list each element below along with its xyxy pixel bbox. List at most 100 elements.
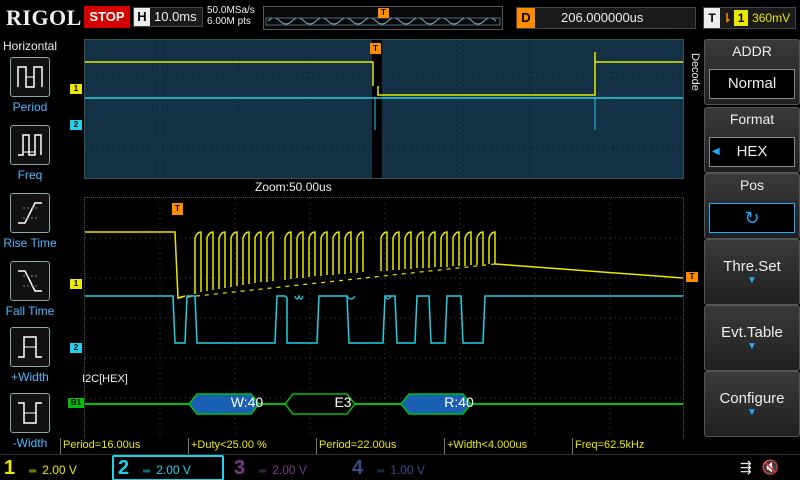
- measurement-bar: Period=16.00us +Duty<25.00 % Period=22.0…: [60, 438, 700, 454]
- period-label: Period: [12, 100, 48, 114]
- acquisition-info: 50.0MSa/s 6.00M pts: [207, 5, 255, 27]
- brand-logo: RIGOL: [6, 5, 82, 30]
- run-stop-status[interactable]: STOP: [84, 6, 130, 28]
- channel-2-number: 2: [118, 457, 130, 479]
- negative-width-label: -Width: [12, 436, 48, 450]
- zoomed-waveform-area[interactable]: [84, 197, 684, 440]
- overview-traces: [85, 40, 683, 178]
- measurement-positive-width[interactable]: +Width<4.000us: [444, 438, 572, 454]
- addr-menu-item[interactable]: ADDR Normal: [704, 39, 800, 105]
- zoom-trigger-marker[interactable]: T: [370, 43, 381, 54]
- timebase-value: 10.0ms: [154, 9, 197, 24]
- sample-rate: 50.0MSa/s: [207, 5, 255, 16]
- trigger-display[interactable]: T ⇂ 1 360mV: [703, 7, 796, 29]
- negative-width-icon: [10, 393, 50, 433]
- zoom-ch2-marker[interactable]: 2: [70, 120, 82, 130]
- period-icon: [10, 57, 50, 97]
- dc-coupling-icon: ═: [259, 466, 267, 477]
- speaker-muted-icon[interactable]: 🔇: [762, 459, 779, 475]
- measure-freq-button[interactable]: Freq: [0, 125, 60, 191]
- event-table-menu-item[interactable]: Evt.Table ▼: [704, 305, 800, 371]
- waveform-screen[interactable]: 1 2 T Zoom:50.00us W:40 E3 R:40 1 2 B1 T…: [60, 37, 698, 453]
- channel-2-scale: 2.00 V: [156, 463, 191, 477]
- decode-frame-1-label: W:40: [230, 394, 264, 410]
- pos-menu-item[interactable]: Pos ↻: [704, 173, 800, 239]
- rotate-knob-icon: ↻: [709, 203, 795, 233]
- format-title: Format: [729, 111, 775, 127]
- measurement-positive-duty[interactable]: +Duty<25.00 %: [188, 438, 316, 454]
- measurement-period-2[interactable]: Period=22.00us: [316, 438, 444, 454]
- menu-title: Horizontal: [2, 39, 58, 53]
- delay-label: D: [517, 8, 535, 28]
- zoom-ch1-marker[interactable]: 1: [70, 84, 82, 94]
- memory-overview[interactable]: T: [263, 6, 503, 30]
- ch1-offset-marker[interactable]: 1: [70, 279, 82, 289]
- decode-frame-2-label: E3: [334, 394, 352, 410]
- left-arrow-icon: ◀: [712, 146, 720, 157]
- timebase-display[interactable]: H 10.0ms: [133, 7, 203, 27]
- threshold-set-label: Thre.Set: [723, 258, 781, 275]
- addr-title: ADDR: [732, 43, 772, 59]
- channel-4-number: 4: [352, 457, 364, 479]
- submenu-arrow-icon: ▼: [747, 275, 757, 286]
- channel-2-status[interactable]: 2 ═ 2.00 V: [112, 455, 224, 480]
- addr-value: Normal: [709, 69, 795, 99]
- zoom-timebase-label: Zoom:50.00us: [255, 180, 332, 194]
- horizontal-label: H: [134, 8, 150, 26]
- threshold-set-menu-item[interactable]: Thre.Set ▼: [704, 239, 800, 305]
- overview-trigger-marker: T: [378, 8, 389, 18]
- rise-time-icon: [10, 193, 50, 233]
- bus-decode-label: I2C[HEX]: [82, 373, 128, 385]
- fall-time-label: Fall Time: [5, 304, 55, 318]
- delay-display[interactable]: D 206.000000us: [516, 7, 696, 29]
- memory-depth: 6.00M pts: [207, 16, 251, 27]
- dc-coupling-icon: ═: [377, 466, 385, 477]
- measure-period-button[interactable]: Period: [0, 57, 60, 123]
- event-table-label: Evt.Table: [721, 324, 783, 341]
- ch2-offset-marker[interactable]: 2: [70, 343, 82, 353]
- usb-icon: ⇶: [740, 459, 752, 475]
- freq-label: Freq: [17, 168, 43, 182]
- channel-3-scale: 2.00 V: [272, 463, 307, 477]
- dc-coupling-icon: ═: [29, 466, 37, 477]
- measurement-period-1[interactable]: Period=16.00us: [60, 438, 188, 454]
- trigger-label: T: [704, 8, 720, 28]
- submenu-arrow-icon: ▼: [747, 341, 757, 352]
- format-value: HEX: [736, 143, 768, 160]
- rise-time-label: Rise Time: [3, 236, 57, 250]
- measurement-frequency[interactable]: Freq=62.5kHz: [572, 438, 686, 454]
- status-icons: ⇶ 🔇: [740, 459, 779, 476]
- channel-4-status[interactable]: 4 ═ 1.00 V: [352, 455, 462, 480]
- pos-title: Pos: [739, 177, 765, 193]
- positive-width-label: +Width: [11, 370, 49, 384]
- submenu-arrow-icon: ▼: [747, 407, 757, 418]
- zoom-overview-window[interactable]: [84, 39, 684, 179]
- channel-status-bar: 1 ═ 2.00 V 2 ═ 2.00 V 3 ═ 2.00 V 4 ═ 1.00 V ⇶ 🔇: [0, 454, 800, 480]
- configure-label: Configure: [719, 390, 785, 407]
- channel-1-number: 1: [4, 457, 16, 479]
- measure-fall-time-button[interactable]: Fall Time: [0, 261, 60, 327]
- trigger-position-marker[interactable]: T: [172, 203, 183, 215]
- channel-3-number: 3: [234, 457, 246, 479]
- format-menu-item[interactable]: Format ◀ HEX: [704, 107, 800, 173]
- freq-icon: [10, 125, 50, 165]
- horizontal-measure-menu: Horizontal Period Freq Rise Time Fall Ti…: [0, 37, 60, 453]
- decode-menu-tab: Decode: [686, 37, 704, 107]
- positive-width-icon: [10, 327, 50, 367]
- zoomed-ch2-trace: [85, 295, 683, 344]
- edge-trigger-icon: ⇂: [722, 11, 733, 25]
- channel-3-status[interactable]: 3 ═ 2.00 V: [234, 455, 344, 480]
- configure-menu-item[interactable]: Configure ▼: [704, 371, 800, 437]
- zoomed-traces: [85, 198, 684, 439]
- measure-negative-width-button[interactable]: -Width: [0, 393, 60, 459]
- decode-frame-3-label: R:40: [444, 394, 474, 410]
- bus-offset-marker[interactable]: B1: [68, 398, 84, 408]
- format-value-box: ◀ HEX: [709, 137, 795, 167]
- zoomed-ch1-trace: [85, 231, 684, 299]
- measure-rise-time-button[interactable]: Rise Time: [0, 193, 60, 259]
- channel-1-scale: 2.00 V: [42, 463, 77, 477]
- overview-ch1-trace: [85, 52, 683, 96]
- channel-1-status[interactable]: 1 ═ 2.00 V: [4, 455, 108, 480]
- channel-4-scale: 1.00 V: [390, 463, 425, 477]
- measure-positive-width-button[interactable]: +Width: [0, 327, 60, 393]
